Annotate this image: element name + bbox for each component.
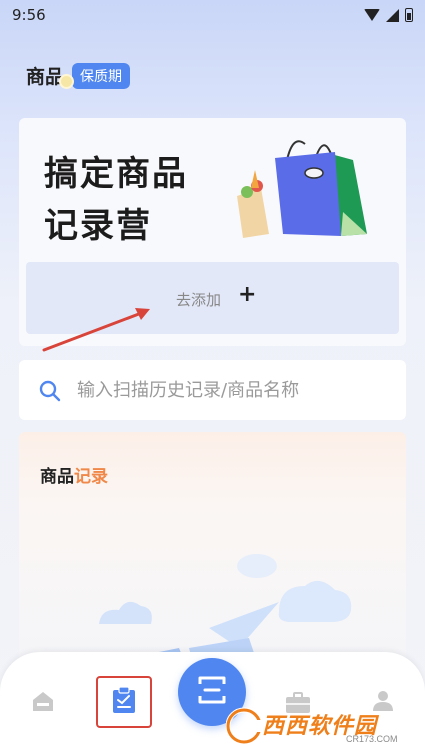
add-label: 去添加 <box>176 291 222 309</box>
nav-record-button[interactable] <box>96 676 152 728</box>
status-bar: 9:56 <box>0 0 425 30</box>
page-title: 商品 <box>26 66 65 88</box>
signal-icon <box>386 8 399 22</box>
status-time: 9:56 <box>12 6 46 24</box>
hero-title-line2: 记录营 <box>44 206 152 246</box>
records-title: 商品记录 <box>40 462 108 487</box>
shopping-bag-illustration <box>231 130 381 242</box>
record-icon <box>111 686 137 718</box>
scan-icon <box>196 674 228 710</box>
watermark: 西西软件园 CR173.COM <box>225 706 422 750</box>
plus-icon: + <box>238 282 257 307</box>
hero-title-line1: 搞定商品 <box>44 154 188 194</box>
status-icons <box>364 8 413 22</box>
shelf-life-tag[interactable]: 保质期 <box>72 62 131 89</box>
search-bar[interactable] <box>19 360 406 420</box>
records-title-part1: 商品 <box>40 467 74 487</box>
home-icon[interactable] <box>30 690 56 716</box>
battery-icon <box>405 8 413 22</box>
watermark-site: CR173.COM <box>346 734 398 744</box>
search-icon <box>39 380 61 406</box>
watermark-logo-icon <box>225 707 263 745</box>
badge-dot-icon <box>59 74 74 89</box>
search-input[interactable] <box>77 374 387 406</box>
records-section: 商品记录 <box>19 432 406 672</box>
annotation-arrow-icon <box>40 302 160 358</box>
wifi-icon <box>364 9 380 21</box>
records-title-part2: 记录 <box>74 467 108 487</box>
page-header: 商品 保质期 <box>26 62 131 89</box>
